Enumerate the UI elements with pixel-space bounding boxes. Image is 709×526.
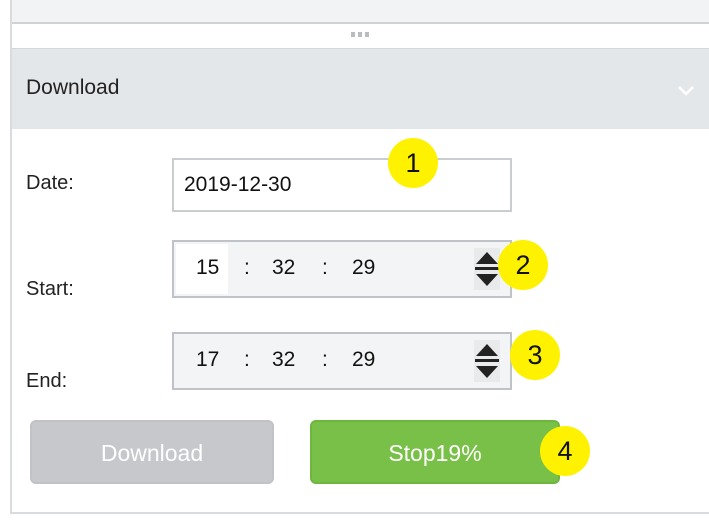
end-separator-1: : (244, 348, 250, 371)
callout-badge: 2 (498, 240, 548, 290)
end-spinner-icon[interactable] (474, 340, 500, 382)
resize-grip-icon[interactable] (351, 30, 371, 38)
callout-badge: 3 (510, 330, 560, 380)
panel-header[interactable]: Download (12, 48, 709, 129)
start-second[interactable]: 29 (352, 256, 375, 280)
start-time-field[interactable]: 15 : 32 : 29 (172, 240, 512, 298)
end-second[interactable]: 29 (352, 348, 375, 372)
chevron-down-icon[interactable] (675, 79, 697, 101)
start-hour[interactable]: 15 (196, 256, 219, 280)
download-panel: Download Date: 2019-12-30 Start: 15 : 32… (10, 0, 709, 514)
end-hour[interactable]: 17 (196, 348, 219, 372)
end-separator-2: : (322, 348, 328, 371)
start-spinner-icon[interactable] (474, 248, 500, 290)
end-time-field[interactable]: 17 : 32 : 29 (172, 332, 512, 390)
date-field[interactable]: 2019-12-30 (172, 158, 512, 212)
start-label: Start: (26, 278, 74, 300)
callout-badge: 1 (388, 138, 438, 188)
callout-badge: 4 (540, 426, 590, 476)
top-strip (12, 0, 709, 24)
start-separator-2: : (322, 256, 328, 279)
panel-title: Download (26, 76, 120, 99)
end-label: End: (26, 370, 68, 392)
date-label: Date: (26, 172, 74, 194)
stop-button[interactable]: Stop19% (310, 420, 560, 484)
end-minute[interactable]: 32 (272, 348, 295, 372)
download-button[interactable]: Download (30, 420, 274, 484)
start-separator-1: : (244, 256, 250, 279)
start-minute[interactable]: 32 (272, 256, 295, 280)
